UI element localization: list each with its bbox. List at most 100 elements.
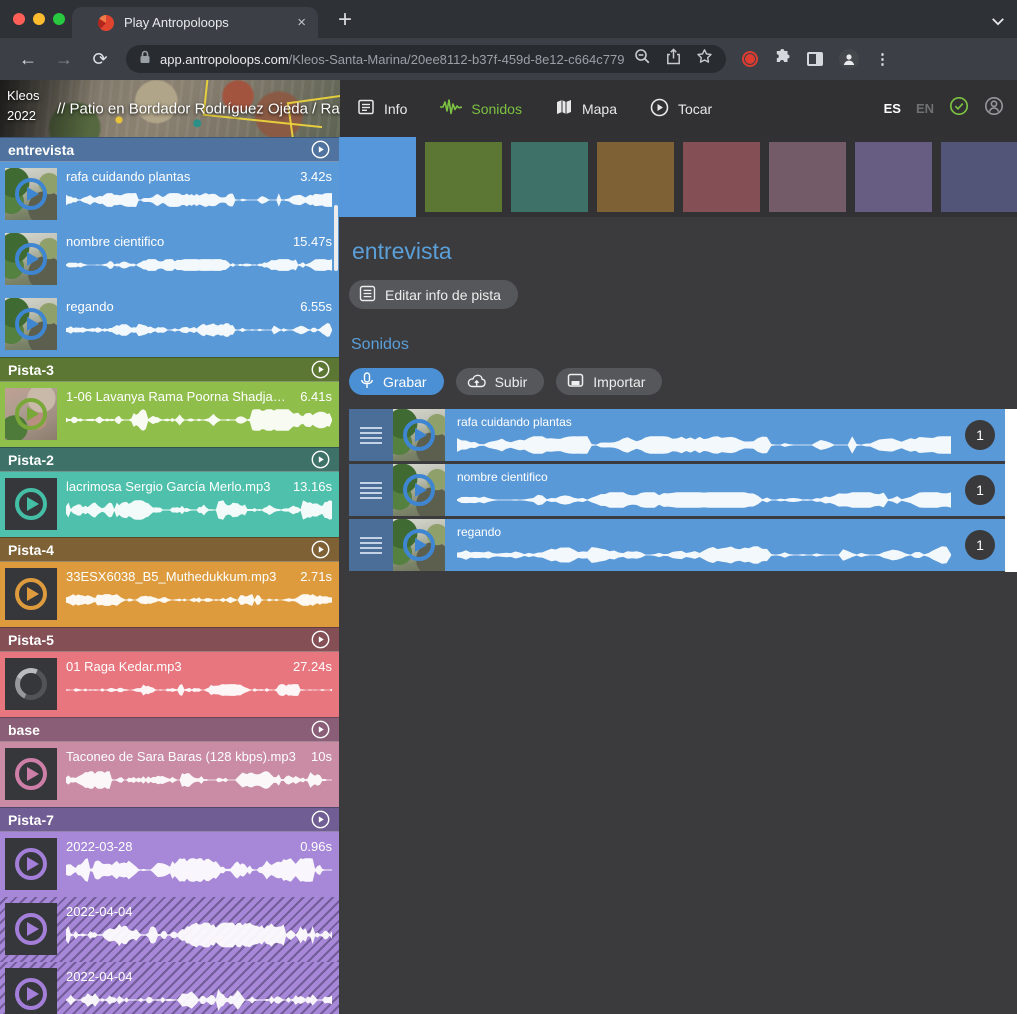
sound-item[interactable]: 01 Raga Kedar.mp327.24s — [0, 652, 339, 717]
track-play-icon[interactable] — [311, 540, 330, 559]
play-icon[interactable] — [403, 529, 435, 561]
sound-thumbnail[interactable] — [5, 838, 57, 890]
track-play-icon[interactable] — [311, 360, 330, 379]
waveform[interactable] — [66, 987, 332, 1013]
browser-tab[interactable]: Play Antropoloops × — [72, 7, 318, 38]
sound-row[interactable]: regando 1 — [349, 519, 1005, 571]
sound-thumbnail[interactable] — [5, 748, 57, 800]
record-extension-icon[interactable] — [742, 51, 758, 67]
sound-item-pending[interactable]: 2022-04-04 — [0, 897, 339, 962]
zoom-out-icon[interactable] — [634, 48, 651, 70]
sound-item[interactable]: 2022-03-280.96s — [0, 832, 339, 897]
sound-thumbnail[interactable] — [5, 658, 57, 710]
track-play-icon[interactable] — [311, 810, 330, 829]
play-icon[interactable] — [15, 488, 47, 520]
tab-info[interactable]: Info — [357, 98, 407, 119]
sound-thumbnail[interactable] — [393, 519, 445, 571]
tab-sonidos[interactable]: Sonidos — [440, 98, 522, 119]
address-bar[interactable]: app.antropoloops.com/Kleos-Santa-Marina/… — [126, 45, 726, 73]
track-header[interactable]: Pista-2 — [0, 447, 339, 472]
account-person-icon[interactable] — [984, 96, 1004, 121]
track-header[interactable]: entrevista — [0, 137, 339, 162]
reload-icon[interactable]: ⟳ — [87, 49, 113, 70]
track-color-tab[interactable] — [941, 142, 1017, 212]
play-icon[interactable] — [403, 419, 435, 451]
play-icon[interactable] — [15, 308, 47, 340]
track-play-icon[interactable] — [311, 630, 330, 649]
side-panel-icon[interactable] — [807, 52, 823, 66]
sound-item[interactable]: 1-06 Lavanya Rama Poorna Shadjam Rupak..… — [0, 382, 339, 447]
sound-item[interactable]: nombre cientifico15.47s — [0, 227, 339, 292]
drag-handle[interactable] — [349, 464, 393, 516]
bookmark-star-icon[interactable] — [696, 48, 713, 70]
tab-tocar[interactable]: Tocar — [650, 98, 712, 120]
track-header[interactable]: Pista-3 — [0, 357, 339, 382]
tab-search-chevron-icon[interactable] — [991, 13, 1005, 31]
tab-close-icon[interactable]: × — [297, 15, 306, 30]
browser-menu-icon[interactable]: ⋮ — [875, 50, 890, 68]
sound-thumbnail[interactable] — [5, 233, 57, 285]
track-header[interactable]: base — [0, 717, 339, 742]
track-color-tab[interactable] — [597, 142, 674, 212]
waveform[interactable] — [66, 677, 332, 703]
track-color-tab[interactable] — [511, 142, 588, 212]
waveform[interactable] — [66, 187, 332, 213]
track-header[interactable]: Pista-4 — [0, 537, 339, 562]
waveform[interactable] — [66, 767, 332, 793]
sound-thumbnail[interactable] — [5, 568, 57, 620]
sound-count-badge[interactable]: 1 — [965, 420, 995, 450]
sound-row[interactable]: nombre cientifico 1 — [349, 464, 1005, 516]
sound-thumbnail[interactable] — [393, 409, 445, 461]
play-icon[interactable] — [15, 758, 47, 790]
share-icon[interactable] — [666, 48, 681, 70]
waveform[interactable] — [66, 252, 332, 278]
sound-count-badge[interactable]: 1 — [965, 475, 995, 505]
play-icon[interactable] — [403, 474, 435, 506]
import-button[interactable]: Importar — [556, 368, 662, 395]
sound-thumbnail[interactable] — [5, 478, 57, 530]
waveform[interactable] — [66, 857, 332, 883]
waveform[interactable] — [66, 317, 332, 343]
waveform[interactable] — [66, 922, 332, 948]
play-icon[interactable] — [15, 398, 47, 430]
check-circle-icon[interactable] — [949, 96, 969, 121]
sound-thumbnail[interactable] — [5, 388, 57, 440]
minimize-window-button[interactable] — [33, 13, 45, 25]
track-header[interactable]: Pista-5 — [0, 627, 339, 652]
sound-item[interactable]: 33ESX6038_B5_Muthedukkum.mp32.71s — [0, 562, 339, 627]
new-tab-button[interactable]: + — [338, 8, 352, 32]
play-icon[interactable] — [15, 578, 47, 610]
sound-item[interactable]: lacrimosa Sergio García Merlo.mp313.16s — [0, 472, 339, 537]
waveform[interactable] — [457, 487, 951, 513]
track-color-tab[interactable] — [769, 142, 846, 212]
sound-thumbnail[interactable] — [5, 903, 57, 955]
sound-item[interactable]: Taconeo de Sara Baras (128 kbps).mp310s — [0, 742, 339, 807]
sound-row[interactable]: rafa cuidando plantas 1 — [349, 409, 1005, 461]
list-scrollbar-track[interactable] — [1005, 409, 1017, 572]
waveform[interactable] — [66, 587, 332, 613]
track-color-tab[interactable] — [855, 142, 932, 212]
maximize-window-button[interactable] — [53, 13, 65, 25]
sound-thumbnail[interactable] — [393, 464, 445, 516]
play-icon[interactable] — [15, 178, 47, 210]
tab-mapa[interactable]: Mapa — [555, 98, 617, 119]
track-play-icon[interactable] — [311, 140, 330, 159]
record-button[interactable]: Grabar — [349, 368, 444, 395]
project-map-thumbnail[interactable]: Kleos 2022 // Patio en Bordador Rodrígue… — [0, 80, 340, 137]
sound-item[interactable]: regando6.55s — [0, 292, 339, 357]
project-title[interactable]: Kleos 2022 — [7, 86, 40, 125]
waveform[interactable] — [66, 407, 332, 433]
sound-item-pending[interactable]: 2022-04-04 — [0, 962, 339, 1014]
drag-handle[interactable] — [349, 519, 393, 571]
back-icon[interactable]: ← — [15, 49, 41, 70]
track-color-tab[interactable] — [339, 137, 416, 217]
waveform[interactable] — [457, 542, 951, 568]
profile-avatar-icon[interactable] — [839, 49, 859, 69]
sound-thumbnail[interactable] — [5, 298, 57, 350]
play-icon[interactable] — [15, 848, 47, 880]
track-color-tab[interactable] — [425, 142, 502, 212]
upload-button[interactable]: Subir — [456, 368, 545, 395]
track-color-tab[interactable] — [683, 142, 760, 212]
edit-track-info-button[interactable]: Editar info de pista — [349, 280, 518, 309]
waveform[interactable] — [457, 432, 951, 458]
